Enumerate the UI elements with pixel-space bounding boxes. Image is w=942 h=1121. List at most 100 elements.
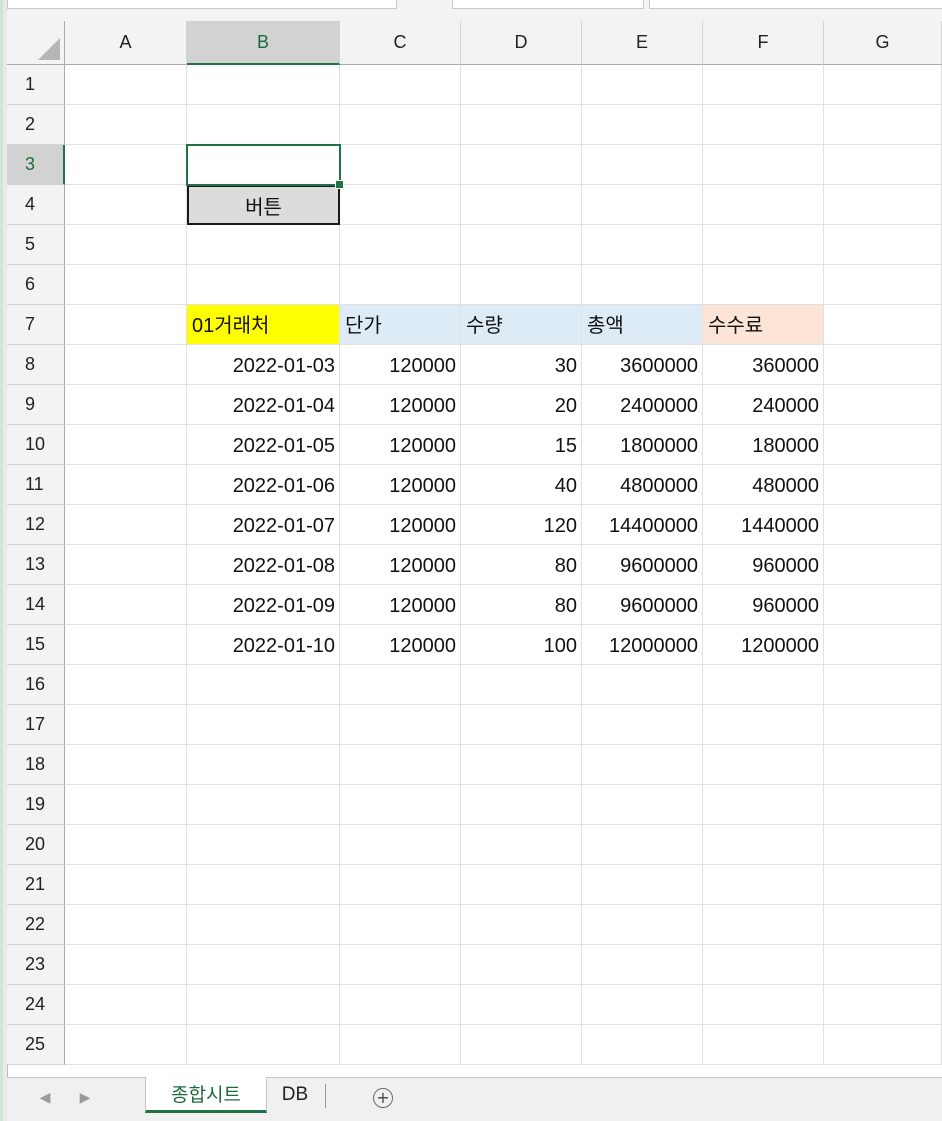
table-header-cell[interactable]: 총액 [582,305,703,345]
cell-c22[interactable] [340,905,461,945]
table-data-cell[interactable]: 2022-01-06 [187,465,340,505]
cell-a19[interactable] [65,785,187,825]
row-header-18[interactable]: 18 [7,745,65,785]
table-data-cell[interactable]: 120000 [340,585,461,625]
cell-b19[interactable] [187,785,340,825]
cell-g21[interactable] [824,865,942,905]
cell-e2[interactable] [582,105,703,145]
row-header-2[interactable]: 2 [7,105,65,145]
cell-a14[interactable] [65,585,187,625]
table-data-cell[interactable]: 120000 [340,345,461,385]
cell-c16[interactable] [340,665,461,705]
column-header-g[interactable]: G [824,21,942,65]
cell-g24[interactable] [824,985,942,1025]
formula-bar-box[interactable] [452,0,644,9]
table-data-cell[interactable]: 120000 [340,465,461,505]
table-data-cell[interactable]: 12000000 [582,625,703,665]
table-data-cell[interactable]: 2022-01-04 [187,385,340,425]
cell-g9[interactable] [824,385,942,425]
row-header-17[interactable]: 17 [7,705,65,745]
next-sheet-icon[interactable]: ▶ [75,1090,95,1106]
cell-c25[interactable] [340,1025,461,1065]
cell-e4[interactable] [582,185,703,225]
cell-a21[interactable] [65,865,187,905]
table-data-cell[interactable]: 2022-01-05 [187,425,340,465]
cell-a13[interactable] [65,545,187,585]
column-header-f[interactable]: F [703,21,824,65]
cell-g4[interactable] [824,185,942,225]
table-data-cell[interactable]: 15 [461,425,582,465]
cell-a6[interactable] [65,265,187,305]
cell-c5[interactable] [340,225,461,265]
row-header-1[interactable]: 1 [7,65,65,105]
cell-g17[interactable] [824,705,942,745]
cell-c6[interactable] [340,265,461,305]
table-data-cell[interactable]: 2022-01-03 [187,345,340,385]
row-header-12[interactable]: 12 [7,505,65,545]
row-header-24[interactable]: 24 [7,985,65,1025]
cell-c4[interactable] [340,185,461,225]
cell-g5[interactable] [824,225,942,265]
cell-e1[interactable] [582,65,703,105]
row-header-9[interactable]: 9 [7,385,65,425]
cell-b22[interactable] [187,905,340,945]
table-data-cell[interactable]: 2022-01-09 [187,585,340,625]
cell-b16[interactable] [187,665,340,705]
cell-g2[interactable] [824,105,942,145]
column-header-d[interactable]: D [461,21,582,65]
cell-g11[interactable] [824,465,942,505]
cell-a17[interactable] [65,705,187,745]
cell-e20[interactable] [582,825,703,865]
table-data-cell[interactable]: 100 [461,625,582,665]
cell-d6[interactable] [461,265,582,305]
cell-e5[interactable] [582,225,703,265]
table-data-cell[interactable]: 960000 [703,585,824,625]
add-sheet-icon[interactable]: + [373,1088,393,1108]
table-header-cell[interactable]: 수수료 [703,305,824,345]
table-data-cell[interactable]: 30 [461,345,582,385]
cell-c1[interactable] [340,65,461,105]
cell-c19[interactable] [340,785,461,825]
cell-a24[interactable] [65,985,187,1025]
cell-a8[interactable] [65,345,187,385]
cell-d16[interactable] [461,665,582,705]
cell-f17[interactable] [703,705,824,745]
cell-b25[interactable] [187,1025,340,1065]
cell-f25[interactable] [703,1025,824,1065]
cell-f22[interactable] [703,905,824,945]
table-data-cell[interactable]: 180000 [703,425,824,465]
cell-d1[interactable] [461,65,582,105]
table-header-cell[interactable]: 단가 [340,305,461,345]
cell-e3[interactable] [582,145,703,185]
cell-b23[interactable] [187,945,340,985]
cell-e16[interactable] [582,665,703,705]
row-header-19[interactable]: 19 [7,785,65,825]
table-data-cell[interactable]: 2400000 [582,385,703,425]
row-header-22[interactable]: 22 [7,905,65,945]
cell-d24[interactable] [461,985,582,1025]
cell-b5[interactable] [187,225,340,265]
column-header-a[interactable]: A [65,21,187,65]
cell-d22[interactable] [461,905,582,945]
row-header-3[interactable]: 3 [7,145,65,185]
sheet-tab-summary[interactable]: 종합시트 [145,1077,267,1113]
cell-c17[interactable] [340,705,461,745]
cell-e24[interactable] [582,985,703,1025]
row-header-11[interactable]: 11 [7,465,65,505]
table-data-cell[interactable]: 120000 [340,425,461,465]
previous-sheet-icon[interactable]: ◀ [35,1090,55,1106]
cell-e17[interactable] [582,705,703,745]
cell-f21[interactable] [703,865,824,905]
table-data-cell[interactable]: 120000 [340,385,461,425]
cell-g12[interactable] [824,505,942,545]
cell-g6[interactable] [824,265,942,305]
cell-g19[interactable] [824,785,942,825]
cell-a9[interactable] [65,385,187,425]
table-data-cell[interactable]: 120000 [340,625,461,665]
table-data-cell[interactable]: 3600000 [582,345,703,385]
table-header-cell[interactable]: 수량 [461,305,582,345]
cell-b17[interactable] [187,705,340,745]
cell-b18[interactable] [187,745,340,785]
cell-g16[interactable] [824,665,942,705]
cell-f4[interactable] [703,185,824,225]
